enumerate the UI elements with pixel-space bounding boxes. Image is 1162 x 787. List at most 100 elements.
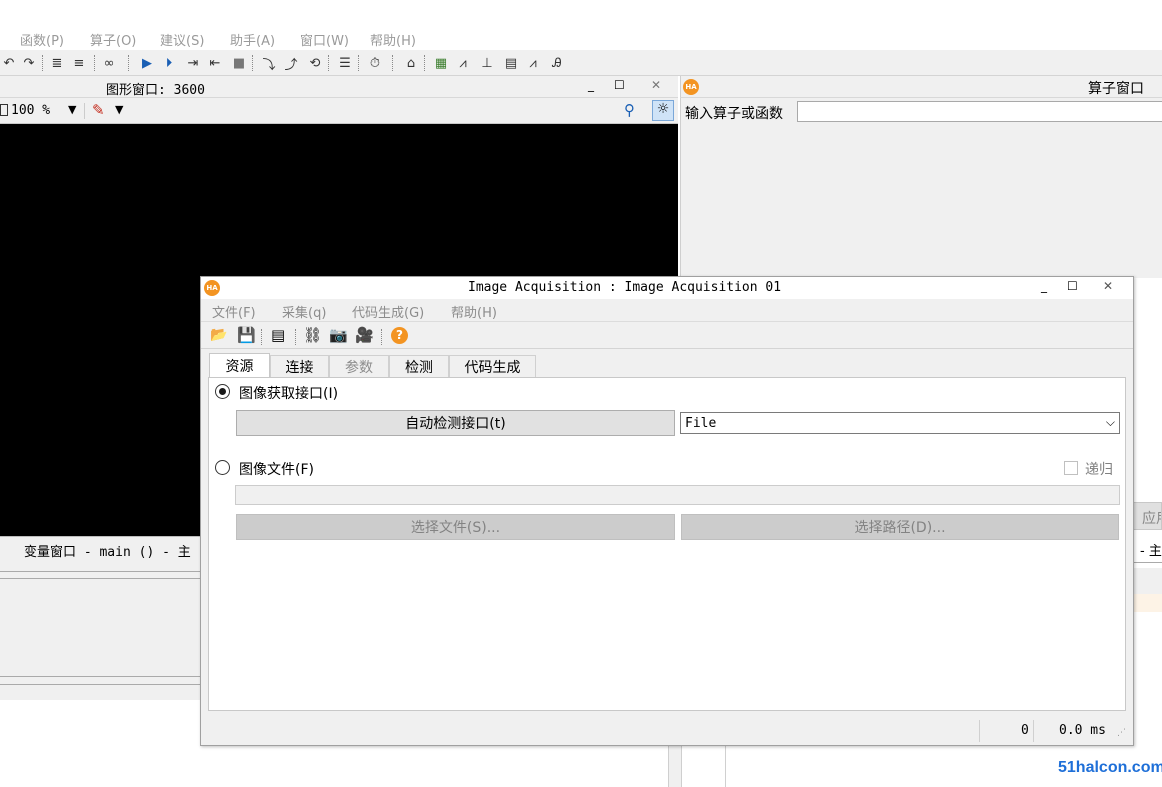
maximize-icon[interactable]: ☐ bbox=[614, 78, 625, 92]
dialog-menu-file[interactable]: 文件(F) bbox=[212, 302, 256, 321]
toolbar-separator bbox=[295, 329, 296, 345]
toolbar-separator bbox=[252, 55, 253, 71]
status-divider bbox=[979, 720, 980, 742]
redo-icon[interactable]: ↷ bbox=[20, 54, 38, 72]
operator-input-label: 输入算子或函数 bbox=[685, 106, 783, 122]
menu-suggestions[interactable]: 建议(S) bbox=[160, 30, 204, 49]
timer-icon[interactable]: ⏱ bbox=[366, 54, 384, 72]
binoculars-icon[interactable]: ∞ bbox=[100, 54, 118, 72]
select-directory-button[interactable]: 选择路径(D)... bbox=[681, 514, 1119, 540]
toolbar-separator bbox=[392, 55, 393, 71]
tab-inspect[interactable]: 检测 bbox=[389, 355, 449, 378]
divider bbox=[0, 571, 202, 572]
menu-assistants[interactable]: 助手(A) bbox=[230, 30, 275, 49]
watermark: 51halcon.com bbox=[1058, 759, 1162, 776]
menu-window[interactable]: 窗口(W) bbox=[300, 30, 349, 49]
live-video-icon[interactable]: 🎥 bbox=[355, 326, 374, 344]
paint-brush-icon[interactable]: ✎ bbox=[92, 101, 105, 119]
reset-icon[interactable]: ⟲ bbox=[306, 54, 324, 72]
run-to-icon[interactable]: ⏵ bbox=[160, 54, 178, 72]
file-path-input[interactable] bbox=[235, 485, 1120, 505]
separator bbox=[84, 103, 85, 119]
menu-help[interactable]: 帮助(H) bbox=[370, 30, 416, 49]
halcon-logo-icon: HA bbox=[204, 280, 220, 296]
stop-icon[interactable]: ■ bbox=[230, 54, 248, 72]
minimize-icon[interactable]: _ bbox=[1041, 279, 1047, 293]
recursive-label: 递归 bbox=[1085, 462, 1113, 478]
recursive-checkbox[interactable] bbox=[1064, 461, 1078, 475]
dialog-menubar: 文件(F) 采集(q) 代码生成(G) 帮助(H) bbox=[201, 299, 1133, 321]
zoom-dropdown-chevron-icon[interactable]: ▼ bbox=[68, 103, 76, 116]
minimize-icon[interactable]: _ bbox=[588, 78, 594, 92]
interface-select-value: File bbox=[685, 416, 717, 431]
close-icon[interactable]: ✕ bbox=[636, 78, 676, 94]
step-back-icon[interactable]: ⇤ bbox=[206, 54, 224, 72]
tab-connection[interactable]: 连接 bbox=[270, 355, 329, 378]
toolbar-separator bbox=[424, 55, 425, 71]
close-icon[interactable]: ✕ bbox=[1103, 279, 1113, 293]
image-icon bbox=[0, 104, 8, 116]
splitter[interactable] bbox=[668, 746, 682, 787]
image-acquisition-dialog: HA Image Acquisition : Image Acquisition… bbox=[200, 276, 1134, 746]
tab-parameters[interactable]: 参数 bbox=[329, 355, 389, 378]
toolbar-separator bbox=[358, 55, 359, 71]
toolbar-separator bbox=[42, 55, 43, 71]
dialog-titlebar: HA Image Acquisition : Image Acquisition… bbox=[201, 277, 1133, 299]
dialog-menu-help[interactable]: 帮助(H) bbox=[451, 302, 497, 321]
tab-source[interactable]: 资源 bbox=[209, 353, 270, 378]
region-icon[interactable]: ▦ bbox=[432, 54, 450, 72]
ocr-icon[interactable]: Ꭿ bbox=[548, 54, 566, 72]
dialog-menu-acquisition[interactable]: 采集(q) bbox=[282, 302, 326, 321]
operator-window-title: 算子窗口 bbox=[1088, 81, 1144, 97]
main-toolbar: ↶ ↷ ≣ ≡ ∞ ▶ ⏵ ⇥ ⇤ ■ ⤵ ⤴ ⟲ ☰ ⏱ ⌂ ▦ ⩘ ⊥ ▤ … bbox=[0, 50, 1162, 76]
tab-code-generation[interactable]: 代码生成 bbox=[449, 355, 536, 378]
highlight-row bbox=[1133, 594, 1162, 612]
image-file-radio[interactable] bbox=[215, 460, 230, 475]
graphics-window-titlebar: 图形窗口: 3600 _ ☐ ✕ bbox=[0, 76, 678, 98]
gray-histogram-icon[interactable]: ⩘ bbox=[524, 54, 542, 72]
undo-icon[interactable]: ↶ bbox=[0, 54, 18, 72]
histogram-icon[interactable]: ⩘ bbox=[454, 54, 472, 72]
dialog-toolbar: 📂 💾 ▤ ⛓ 📷 🎥 ? bbox=[201, 321, 1133, 349]
comment-icon[interactable]: ≣ bbox=[48, 54, 66, 72]
pan-icon[interactable]: ⚲ bbox=[624, 101, 635, 119]
snap-camera-icon[interactable]: 📷 bbox=[329, 326, 348, 344]
step-over-icon[interactable]: ⇥ bbox=[184, 54, 202, 72]
maximize-icon[interactable]: ☐ bbox=[1067, 279, 1078, 293]
dialog-statusbar: 0 0.0 ms ⋰ bbox=[201, 717, 1133, 745]
select-files-button[interactable]: 选择文件(S)... bbox=[236, 514, 675, 540]
interface-select[interactable]: File ⌵ bbox=[680, 412, 1120, 434]
menu-functions[interactable]: 函数(P) bbox=[20, 30, 64, 49]
autodetect-interfaces-button[interactable]: 自动检测接口(t) bbox=[236, 410, 675, 436]
halcon-logo-icon: HA bbox=[683, 79, 699, 95]
interface-radio[interactable] bbox=[215, 384, 230, 399]
toolbar-separator bbox=[381, 329, 382, 345]
apply-button-partial[interactable]: 应用 bbox=[1133, 502, 1162, 530]
program-icon[interactable]: ☰ bbox=[336, 54, 354, 72]
light-bulb-icon[interactable]: ☼ bbox=[652, 100, 674, 121]
line-profile-icon[interactable]: ⊥ bbox=[478, 54, 496, 72]
menu-operators[interactable]: 算子(O) bbox=[90, 30, 136, 49]
resize-grip-icon[interactable]: ⋰ bbox=[1117, 728, 1126, 738]
insert-code-icon[interactable]: ▤ bbox=[271, 326, 285, 344]
operator-window-body: 输入算子或函数 bbox=[680, 98, 1162, 278]
uncomment-icon[interactable]: ≡ bbox=[70, 54, 88, 72]
divider bbox=[1133, 562, 1162, 563]
zoom-window-icon[interactable]: ⌂ bbox=[402, 54, 420, 72]
main-menubar: 函数(P) 算子(O) 建议(S) 助手(A) 窗口(W) 帮助(H) bbox=[0, 26, 1162, 50]
step-out-icon[interactable]: ⤴ bbox=[282, 54, 300, 73]
operator-input[interactable] bbox=[797, 101, 1162, 122]
save-icon[interactable]: 💾 bbox=[237, 326, 256, 344]
open-folder-icon[interactable]: 📂 bbox=[210, 327, 227, 343]
source-panel: 图像获取接口(I) 自动检测接口(t) File ⌵ 图像文件(F) 递归 选择… bbox=[208, 377, 1126, 711]
graphics-window-toolbar: 100 % ▼ ✎ ▼ ⚲ ☼ bbox=[0, 98, 678, 124]
brush-dropdown-chevron-icon[interactable]: ▼ bbox=[115, 103, 123, 116]
dialog-menu-code-generation[interactable]: 代码生成(G) bbox=[352, 302, 424, 321]
connect-icon[interactable]: ⛓ bbox=[303, 326, 322, 344]
right-lower-panel: 应用 - 主 bbox=[1133, 500, 1162, 787]
variable-window-titlebar: 变量窗口 - main () - 主 bbox=[0, 536, 202, 562]
feature-inspection-icon[interactable]: ▤ bbox=[502, 54, 520, 72]
run-icon[interactable]: ▶ bbox=[138, 54, 156, 72]
step-into-icon[interactable]: ⤵ bbox=[260, 54, 278, 73]
help-icon[interactable]: ? bbox=[391, 327, 408, 344]
